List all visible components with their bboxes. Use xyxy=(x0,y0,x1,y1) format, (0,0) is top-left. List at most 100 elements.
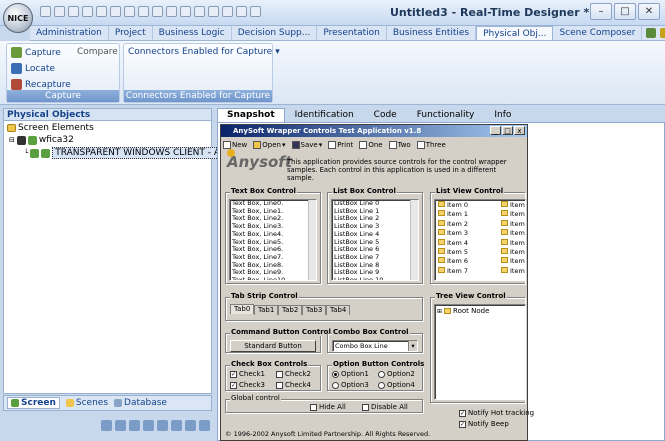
list-box-control: ListBox Line 0 ListBox Line 1 ListBox Line… xyxy=(331,199,419,281)
collapse-icon[interactable]: ⊟ xyxy=(9,136,15,144)
database-icon xyxy=(114,399,123,407)
tab-code[interactable]: Code xyxy=(364,108,407,122)
tool-icon[interactable] xyxy=(115,420,126,431)
tree-node-wfica32[interactable]: ⊟ wfica32 xyxy=(9,135,74,145)
cut-icon[interactable] xyxy=(152,6,163,17)
tab-info[interactable]: Info xyxy=(484,108,521,122)
maximize-icon[interactable]: □ xyxy=(614,3,636,20)
tab-scene-composer[interactable]: Scene Composer xyxy=(553,26,643,40)
folder-icon xyxy=(438,266,445,273)
left-bottom-tabs: Screen Scenes Database xyxy=(3,395,212,411)
list-item: Item 5 xyxy=(436,248,468,257)
list-item: Item 3 xyxy=(436,229,468,238)
tree-view-label: Tree View Control xyxy=(435,292,507,300)
folder-icon xyxy=(438,201,445,207)
stop-icon[interactable] xyxy=(236,6,247,17)
close-icon[interactable]: ✕ xyxy=(638,3,660,20)
tool-icon[interactable] xyxy=(129,420,140,431)
combo-box-control: Combo Box Line ▾ xyxy=(332,340,418,352)
tab-business-logic[interactable]: Business Logic xyxy=(153,26,232,40)
scenes-icon xyxy=(65,399,74,407)
global-control-label: Global control xyxy=(230,394,281,402)
list-item: Item 1 xyxy=(499,257,525,266)
open-icon[interactable] xyxy=(54,6,65,17)
tab-scenes[interactable]: Scenes xyxy=(65,398,108,408)
minimize-icon[interactable]: – xyxy=(590,3,612,20)
back-icon[interactable] xyxy=(124,6,135,17)
folder-icon xyxy=(444,308,452,314)
list-view-frame: List View Control Item 0 Item 1 Item 2 Item… xyxy=(430,187,526,284)
snapshot-image[interactable]: AnySoft Wrapper Controls Test Applicatio… xyxy=(220,124,534,441)
option3: Option3 xyxy=(332,381,369,389)
open-folder-icon xyxy=(253,141,262,149)
lightbulb-icon[interactable] xyxy=(660,28,665,38)
run-icon[interactable] xyxy=(222,6,233,17)
folder-icon xyxy=(7,124,16,132)
tab-functionality[interactable]: Functionality xyxy=(407,108,485,122)
tool-icon[interactable] xyxy=(101,420,112,431)
snapshot-maximize-icon: □ xyxy=(502,126,513,135)
tab-snapshot[interactable]: Snapshot xyxy=(217,108,285,122)
check1: ✓ Check1 xyxy=(230,370,265,378)
save-all-icon[interactable] xyxy=(82,6,93,17)
find-icon[interactable] xyxy=(208,6,219,17)
standard-button: Standard Button xyxy=(230,340,316,352)
tab-screen[interactable]: Screen xyxy=(7,397,60,409)
deploy-icon[interactable] xyxy=(250,6,261,17)
window-icon xyxy=(416,141,425,149)
recapture-button[interactable]: Recapture xyxy=(11,79,71,90)
text-box-control: Text Box, Line0. Text Box, Line1. Text Box… xyxy=(229,199,317,281)
capture-icon xyxy=(11,47,22,58)
tag-icon[interactable] xyxy=(646,28,657,38)
new-icon[interactable] xyxy=(40,6,51,17)
text-box-label: Text Box Control xyxy=(230,187,297,195)
checkbox-icon xyxy=(362,403,369,411)
tool-icon[interactable] xyxy=(143,420,154,431)
tool-icon[interactable] xyxy=(171,420,182,431)
tab-identification[interactable]: Identification xyxy=(285,108,364,122)
locate-icon xyxy=(11,63,22,74)
undo-icon[interactable] xyxy=(96,6,107,17)
list-item: Item 1 xyxy=(436,210,468,219)
capture-button[interactable]: Capture xyxy=(11,47,61,58)
tool-icon[interactable] xyxy=(157,420,168,431)
tool-icon[interactable] xyxy=(185,420,196,431)
connectors-dropdown[interactable]: Connectors Enabled for Capture ▾ xyxy=(128,47,280,57)
check3: ✓ Check3 xyxy=(230,381,265,389)
window-icon xyxy=(359,141,368,149)
list-view-column-2: Item 8Item 9Item 1Item 1Item 1Item 1Item… xyxy=(499,201,525,276)
paste-icon[interactable] xyxy=(180,6,191,17)
tree-node-transparent-client[interactable]: └ TRANSPARENT WINDOWS CLIENT - A xyxy=(24,147,224,159)
delete-icon[interactable] xyxy=(194,6,205,17)
list-box-label: List Box Control xyxy=(332,187,397,195)
copy-icon[interactable] xyxy=(166,6,177,17)
strip-tab-2: Tab2 xyxy=(278,305,303,315)
locate-button[interactable]: Locate xyxy=(11,63,55,74)
tab-business-entities[interactable]: Business Entities xyxy=(387,26,477,40)
forward-icon[interactable] xyxy=(138,6,149,17)
compare-button[interactable]: Compare xyxy=(77,47,118,57)
tab-administration[interactable]: Administration xyxy=(30,26,109,40)
option-button-frame: Option Button Controls Option1 Option2 O… xyxy=(327,360,426,391)
tab-presentation[interactable]: Presentation xyxy=(317,26,387,40)
snapshot-print-button: Print xyxy=(328,141,353,149)
radio-icon xyxy=(332,381,339,389)
redo-icon[interactable] xyxy=(110,6,121,17)
list-item: Item 1 xyxy=(499,248,525,257)
detail-tabs: Snapshot Identification Code Functionali… xyxy=(217,108,521,122)
app-logo[interactable]: NICE xyxy=(3,3,33,33)
list-item: Item 2 xyxy=(436,219,468,229)
save-icon[interactable] xyxy=(68,6,79,17)
checkbox-checked-icon: ✓ xyxy=(459,409,466,417)
tab-decision-support[interactable]: Decision Supp... xyxy=(232,26,318,40)
tree-node-screen-elements[interactable]: Screen Elements xyxy=(7,123,94,133)
tab-physical-objects[interactable]: Physical Obj... xyxy=(476,26,554,40)
checkbox-icon xyxy=(276,381,283,389)
tab-project[interactable]: Project xyxy=(109,26,153,40)
tab-database[interactable]: Database xyxy=(114,398,167,408)
connectors-group-label: Connectors Enabled for Capture xyxy=(124,90,272,102)
option2: Option2 xyxy=(378,370,415,378)
physical-objects-tree[interactable]: Screen Elements ⊟ wfica32 └ TRANSPARENT WI… xyxy=(3,121,224,394)
folder-icon xyxy=(501,238,508,245)
tool-icon[interactable] xyxy=(199,420,210,431)
